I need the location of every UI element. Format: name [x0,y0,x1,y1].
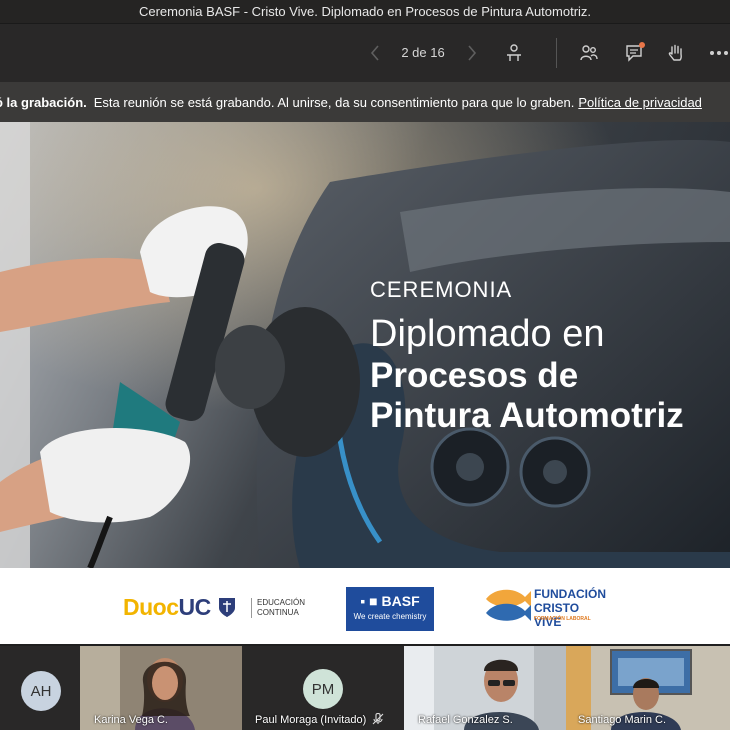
recording-banner: ó la grabación. Esta reunión se está gra… [0,82,730,122]
recording-banner-title: ó la grabación. [0,94,87,110]
chat-button[interactable] [620,39,648,67]
basf-logo: ▪ ■ BASF We create chemistry [346,587,434,631]
basf-wordmark: BASF [381,593,420,609]
slide-photo: CEREMONIA Diplomado en Procesos de Pintu… [0,122,730,568]
presenter-view-button[interactable] [500,39,528,67]
basf-name: ▪ ■ BASF [360,593,420,609]
participant-name: Rafael Gonzalez S. [418,714,513,726]
presenter-icon [507,44,521,61]
recording-banner-message: Esta reunión se está grabando. Al unirse… [93,94,575,110]
participant-tile-ah[interactable]: AH [0,646,80,730]
participant-name: Santiago Marin C. [578,714,667,726]
chevron-left-icon [370,45,379,61]
meeting-toolbar: 2 de 16 [0,24,730,82]
shared-slide: CEREMONIA Diplomado en Procesos de Pintu… [0,122,730,644]
participant-tile-karina[interactable]: Karina Vega C. [80,646,242,730]
muted-mic-icon [372,713,384,725]
duoc-sub-line2: CONTINUA [257,608,299,617]
participants-button[interactable] [575,39,603,67]
slide-page-counter: 2 de 16 [401,45,445,60]
hand-icon [668,44,682,61]
participant-gallery: AH Karina Vega C. PM Paul Moraga (Invita… [0,646,730,730]
raise-hand-button[interactable] [662,39,690,67]
duoc-uc-logo: DuocUC [123,594,237,621]
previous-slide-button[interactable] [361,39,389,67]
participant-tile-paul[interactable]: PM Paul Moraga (Invitado) [242,646,404,730]
cristo-vive-fish-icon [486,589,531,621]
slide-title-line1: Diplomado en [370,313,605,355]
more-dots-icon [710,51,728,55]
avatar: PM [303,669,343,709]
participant-name: Paul Moraga (Invitado) [255,714,367,726]
participant-tile-rafael[interactable]: Rafael Gonzalez S. [404,646,566,730]
privacy-policy-link[interactable]: Política de privacidad [578,95,702,110]
duoc-subtitle: EDUCACIÓN CONTINUA [251,598,305,618]
duoc-logo-text: Duoc [123,594,179,620]
avatar: AH [21,671,61,711]
cristo-vive-subtitle: FORMACIÓN LABORAL [534,616,591,622]
next-slide-button[interactable] [458,39,486,67]
participant-name: Karina Vega C. [94,714,168,726]
duoc-sub-line1: EDUCACIÓN [257,598,306,607]
participant-tile-santiago[interactable]: Santiago Marin C. [566,646,730,730]
chevron-right-icon [468,45,477,61]
toolbar-divider [556,38,557,68]
cristo-vive-title: FUNDACIÓN CRISTO VIVE [534,587,606,629]
slide-title-block: CEREMONIA Diplomado en Procesos de Pintu… [370,277,684,436]
sponsor-logos-strip: DuocUC EDUCACIÓN CONTINUA ▪ ■ BASF We cr… [0,568,730,644]
people-icon [580,45,598,61]
window-title-bar: Ceremonia BASF - Cristo Vive. Diplomado … [0,0,730,24]
window-title: Ceremonia BASF - Cristo Vive. Diplomado … [138,4,592,19]
chat-unread-badge [639,42,645,48]
slide-title-line2: Procesos de [370,356,579,395]
slide-kicker: CEREMONIA [370,277,513,302]
uc-logo-text: UC [178,594,212,620]
more-options-button[interactable] [705,39,730,67]
duoc-shield-icon [218,598,235,617]
basf-tagline: We create chemistry [353,612,427,621]
slide-title-line3: Pintura Automotriz [370,396,684,435]
